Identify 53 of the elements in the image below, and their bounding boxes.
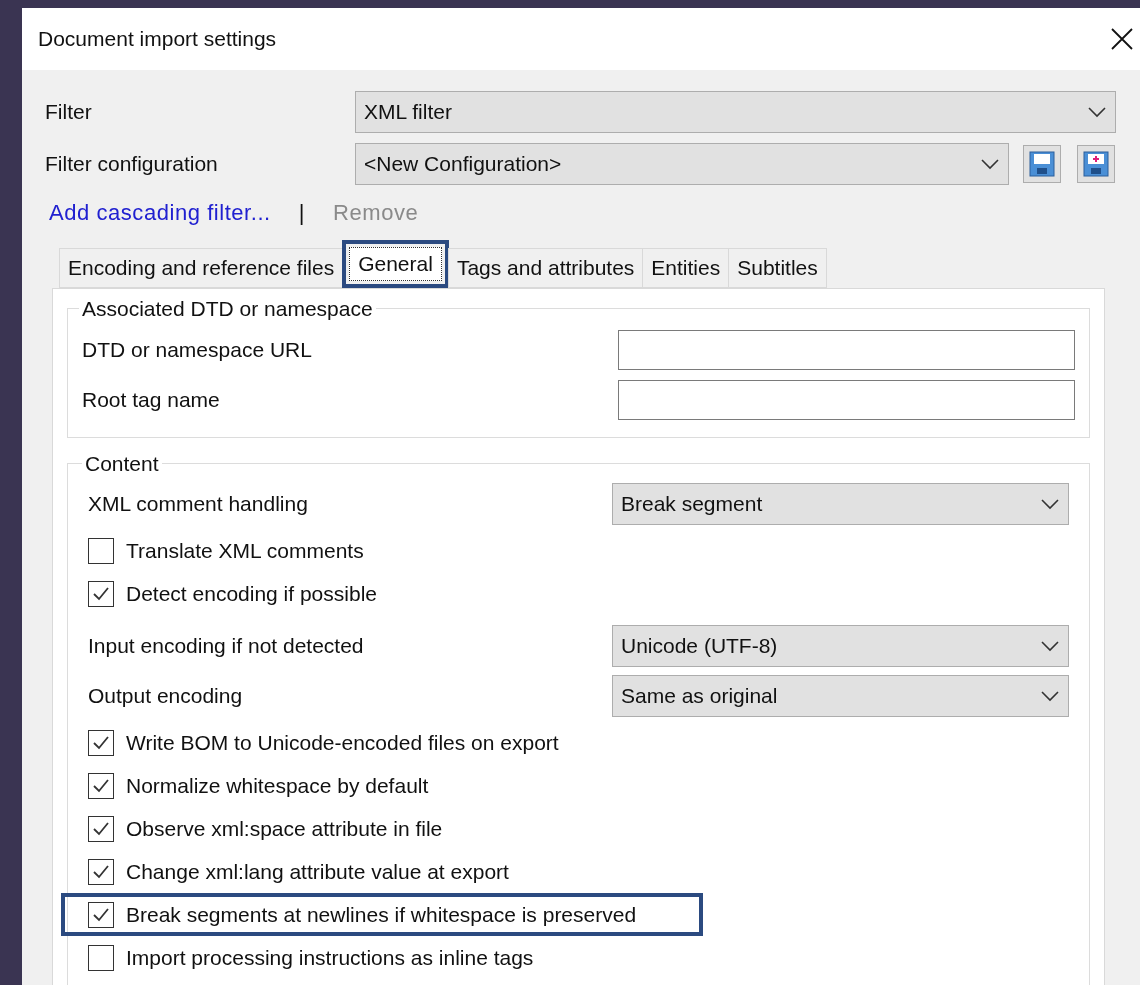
close-icon[interactable] <box>1110 27 1134 51</box>
input-field[interactable] <box>618 379 1075 420</box>
chevron-down-icon <box>1087 106 1107 118</box>
checkbox-label: Write BOM to Unicode-encoded files on export <box>126 729 559 756</box>
checkbox-label: Break segments at newlines if whitespace is preserved <box>126 901 637 928</box>
link-separator: | <box>298 198 306 227</box>
check-icon <box>92 734 110 751</box>
tab[interactable]: Tags and attributes <box>447 248 644 288</box>
checkbox-label: Change xml:lang attribute value at export <box>126 858 509 885</box>
filter-configuration-label: Filter configuration <box>45 151 219 178</box>
checkbox-label: Observe xml:space attribute in file <box>126 815 443 842</box>
chevron-down-icon <box>980 158 1000 170</box>
save-configuration-button[interactable] <box>1023 145 1061 183</box>
field-label: Root tag name <box>82 386 220 413</box>
tab[interactable]: Entities <box>642 248 730 288</box>
checkbox-label: Detect encoding if possible <box>126 580 377 607</box>
dropdown[interactable]: Unicode (UTF-8) <box>612 625 1069 667</box>
dropdown[interactable]: XML filter <box>355 91 1116 133</box>
group-title: Content <box>84 450 160 477</box>
chevron-down-icon <box>1040 498 1060 510</box>
chevron-down-icon <box>1040 690 1060 702</box>
field-label: DTD or namespace URL <box>82 336 312 363</box>
window-title: Document import settings <box>38 26 277 53</box>
checkbox-label: Import processing instructions as inline tags <box>126 944 534 971</box>
check-icon <box>92 585 110 602</box>
check-icon <box>92 863 110 880</box>
check-icon <box>92 906 110 923</box>
checkbox-label: Translate XML comments <box>126 537 364 564</box>
add-cascading-filter-link[interactable]: Add cascading filter... <box>49 195 271 229</box>
filter-label: Filter <box>45 99 93 126</box>
checkbox[interactable] <box>88 537 114 564</box>
checkbox[interactable] <box>88 901 114 928</box>
dropdown[interactable]: <New Configuration> <box>355 143 1009 185</box>
chevron-down-icon <box>1040 640 1060 652</box>
group-title: Associated DTD or namespace <box>81 296 374 322</box>
checkbox[interactable] <box>88 944 114 971</box>
field-label: Input encoding if not detected <box>88 633 364 660</box>
dropdown[interactable]: Same as original <box>612 675 1069 717</box>
checkbox-label: Normalize whitespace by default <box>126 772 429 799</box>
check-icon <box>92 820 110 837</box>
field-label: XML comment handling <box>88 491 308 518</box>
checkbox[interactable] <box>88 772 114 799</box>
input-field[interactable] <box>618 329 1075 370</box>
checkbox[interactable] <box>88 858 114 885</box>
check-icon <box>92 777 110 794</box>
checkbox[interactable] <box>88 580 114 607</box>
tab[interactable]: Encoding and reference files <box>59 248 344 288</box>
checkbox[interactable] <box>88 729 114 756</box>
add-configuration-button[interactable] <box>1077 145 1115 183</box>
checkbox[interactable] <box>88 815 114 842</box>
dropdown[interactable]: Break segment <box>612 483 1069 525</box>
tab[interactable]: Subtitles <box>728 248 827 288</box>
field-label: Output encoding <box>88 683 243 710</box>
